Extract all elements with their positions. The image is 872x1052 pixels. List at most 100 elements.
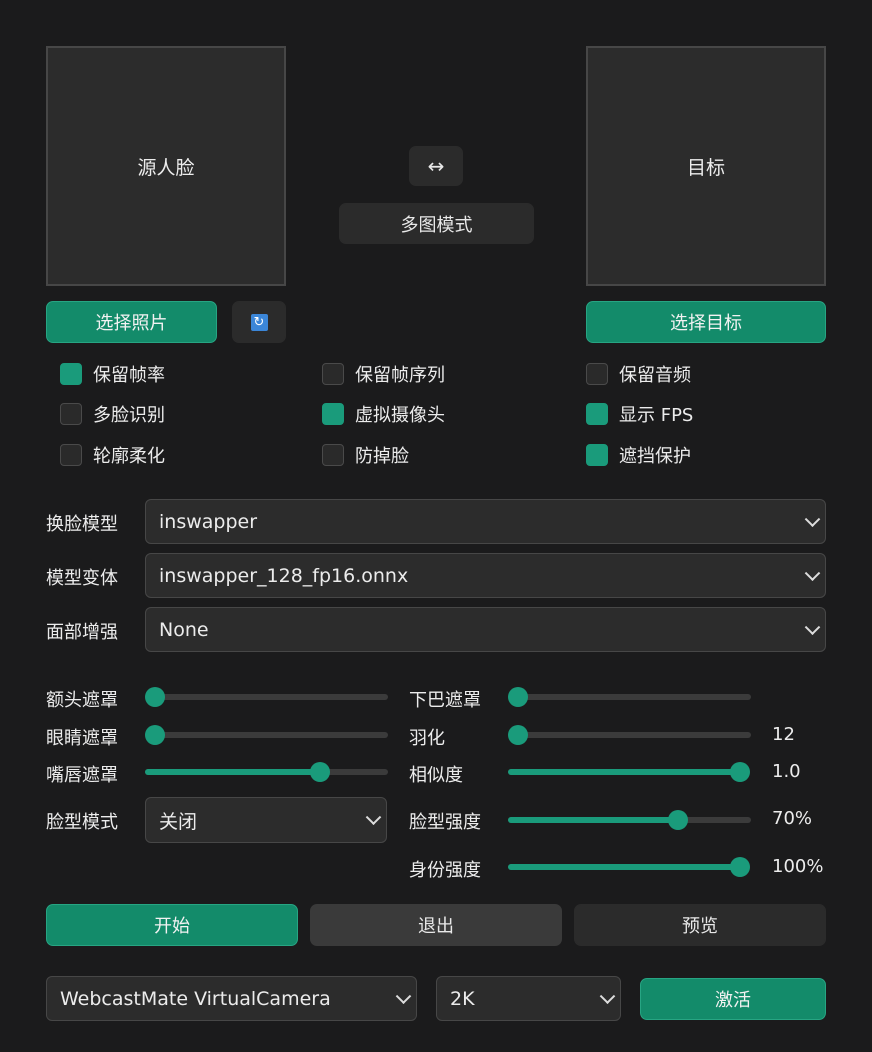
face-shape-strength-value: 70% — [772, 808, 813, 829]
chin-mask-label: 下巴遮罩 — [409, 690, 481, 711]
multi-mode-button[interactable]: 多图模式 — [339, 203, 534, 244]
checkbox-box[interactable] — [322, 403, 344, 425]
lip-mask-label: 嘴唇遮罩 — [46, 765, 118, 786]
similarity-slider[interactable] — [508, 761, 750, 783]
resolution-value: 2K — [450, 987, 475, 1010]
checkbox-box[interactable] — [586, 403, 608, 425]
slider-handle[interactable] — [508, 725, 528, 745]
checkbox-label: 保留音频 — [619, 365, 691, 386]
checkbox-show-fps[interactable]: 显示 FPS — [586, 401, 693, 427]
select-target-button[interactable]: 选择目标 — [586, 301, 826, 343]
checkbox-label: 虚拟摄像头 — [355, 405, 445, 426]
face-enhance-label: 面部增强 — [46, 622, 118, 643]
slider-track — [155, 732, 388, 738]
checkbox-label: 防掉脸 — [355, 446, 409, 467]
slider-handle[interactable] — [508, 687, 528, 707]
start-button[interactable]: 开始 — [46, 904, 298, 946]
eye-mask-label: 眼睛遮罩 — [46, 728, 118, 749]
chevron-down-icon — [804, 564, 821, 581]
resolution-select[interactable]: 2K — [436, 976, 621, 1021]
multi-mode-label: 多图模式 — [400, 214, 473, 236]
checkbox-box[interactable] — [322, 444, 344, 466]
checkbox-label: 显示 FPS — [619, 405, 694, 426]
checkbox-label: 保留帧序列 — [355, 365, 445, 386]
checkbox-keep-audio[interactable]: 保留音频 — [586, 361, 691, 387]
target-panel[interactable]: 目标 — [586, 46, 826, 286]
chin-mask-slider[interactable] — [508, 686, 751, 708]
swap-arrows-icon: ↔ — [427, 154, 445, 178]
checkbox-label: 轮廓柔化 — [93, 446, 165, 467]
feather-label: 羽化 — [409, 728, 445, 749]
slider-fill — [508, 864, 740, 870]
eye-mask-slider[interactable] — [145, 724, 388, 746]
checkbox-box[interactable] — [586, 363, 608, 385]
checkbox-box[interactable] — [586, 444, 608, 466]
slider-handle[interactable] — [730, 762, 750, 782]
start-label: 开始 — [154, 916, 190, 937]
exit-label: 退出 — [418, 916, 454, 937]
face-shape-strength-label: 脸型强度 — [409, 812, 481, 833]
checkbox-label: 遮挡保护 — [619, 446, 691, 467]
slider-fill — [508, 817, 679, 823]
preview-button[interactable]: 预览 — [574, 904, 826, 946]
slider-handle[interactable] — [145, 725, 165, 745]
checkbox-soften-contour[interactable]: 轮廓柔化 — [60, 442, 165, 468]
chevron-down-icon — [395, 987, 412, 1004]
feather-value: 12 — [772, 724, 795, 745]
face-enhance-value: None — [159, 618, 209, 641]
refresh-icon: ↻ — [250, 313, 268, 331]
select-photo-button[interactable]: 选择照片 — [46, 301, 217, 343]
slider-handle[interactable] — [145, 687, 165, 707]
checkbox-label: 保留帧率 — [93, 365, 165, 386]
chevron-down-icon — [365, 809, 382, 826]
checkbox-box[interactable] — [60, 363, 82, 385]
slider-track — [155, 694, 388, 700]
identity-strength-value: 100% — [772, 856, 824, 877]
face-shape-mode-select[interactable]: 关闭 — [145, 797, 387, 843]
slider-track — [518, 732, 751, 738]
chevron-down-icon — [804, 618, 821, 635]
identity-strength-label: 身份强度 — [409, 860, 481, 881]
checkbox-box[interactable] — [60, 403, 82, 425]
target-label: 目标 — [686, 156, 725, 179]
camera-select[interactable]: WebcastMate VirtualCamera — [46, 976, 417, 1021]
swap-button[interactable]: ↔ — [409, 146, 463, 186]
model-variant-value: inswapper_128_fp16.onnx — [159, 564, 409, 587]
checkbox-multi-face[interactable]: 多脸识别 — [60, 401, 165, 427]
checkbox-box[interactable] — [322, 363, 344, 385]
slider-handle[interactable] — [730, 857, 750, 877]
checkbox-keep-fps[interactable]: 保留帧率 — [60, 361, 165, 387]
checkbox-box[interactable] — [60, 444, 82, 466]
slider-fill — [145, 769, 320, 775]
chevron-down-icon — [804, 510, 821, 527]
similarity-label: 相似度 — [409, 765, 463, 786]
feather-slider[interactable] — [508, 724, 751, 746]
identity-strength-slider[interactable] — [508, 856, 750, 878]
slider-track — [518, 694, 751, 700]
lip-mask-slider[interactable] — [145, 761, 388, 783]
refresh-button[interactable]: ↻ — [232, 301, 286, 343]
checkbox-occlusion[interactable]: 遮挡保护 — [586, 442, 691, 468]
checkbox-label: 多脸识别 — [93, 405, 165, 426]
model-variant-select[interactable]: inswapper_128_fp16.onnx — [145, 553, 826, 598]
face-shape-strength-slider[interactable] — [508, 809, 751, 831]
face-enhance-select[interactable]: None — [145, 607, 826, 652]
swap-model-label: 换脸模型 — [46, 514, 118, 535]
swap-model-select[interactable]: inswapper — [145, 499, 826, 544]
preview-label: 预览 — [682, 916, 718, 937]
activate-button[interactable]: 激活 — [640, 978, 826, 1020]
exit-button[interactable]: 退出 — [310, 904, 562, 946]
select-target-label: 选择目标 — [670, 313, 742, 334]
activate-label: 激活 — [715, 990, 751, 1011]
select-photo-label: 选择照片 — [95, 313, 168, 334]
checkbox-keep-frames[interactable]: 保留帧序列 — [322, 361, 445, 387]
forehead-mask-slider[interactable] — [145, 686, 388, 708]
checkbox-virtual-camera[interactable]: 虚拟摄像头 — [322, 401, 445, 427]
checkbox-anti-drop[interactable]: 防掉脸 — [322, 442, 409, 468]
face-shape-mode-label: 脸型模式 — [46, 812, 118, 833]
source-face-panel[interactable]: 源人脸 — [46, 46, 286, 286]
slider-handle[interactable] — [668, 810, 689, 830]
camera-value: WebcastMate VirtualCamera — [60, 987, 331, 1010]
slider-fill — [508, 769, 740, 775]
slider-handle[interactable] — [309, 762, 330, 782]
